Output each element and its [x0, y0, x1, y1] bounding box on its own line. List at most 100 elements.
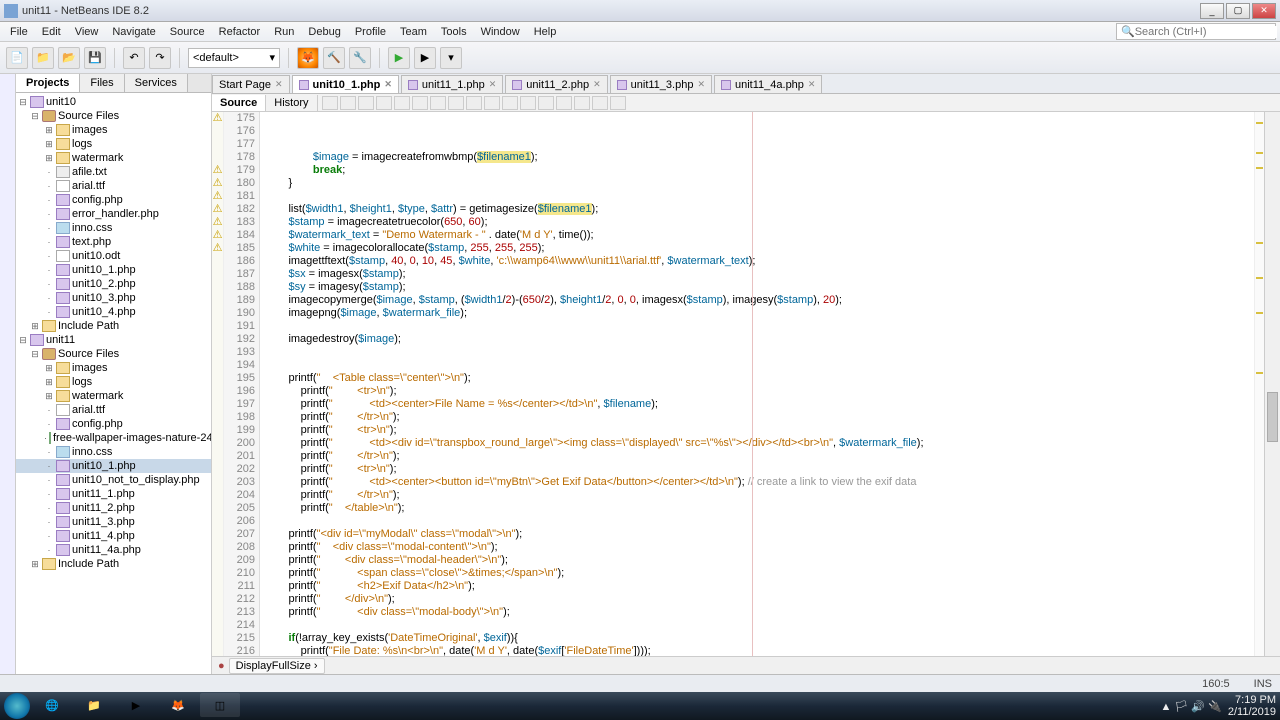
taskbar-explorer[interactable]: 📁 — [74, 693, 114, 717]
mbtn17[interactable] — [610, 96, 626, 110]
taskbar-firefox[interactable]: 🦊 — [158, 693, 198, 717]
tree-item[interactable]: ⊟unit11 — [16, 333, 211, 347]
tree-item[interactable]: ·unit10_2.php — [16, 277, 211, 291]
tree-item[interactable]: ⊞images — [16, 361, 211, 375]
marker-gutter[interactable]: ⚠⚠⚠⚠⚠⚠⚠⚠ — [212, 112, 224, 656]
project-tree[interactable]: ⊟unit10⊟Source Files⊞images⊞logs⊞waterma… — [16, 93, 211, 674]
code-editor[interactable]: $image = imagecreatefromwbmp($filename1)… — [260, 112, 1254, 656]
close-tab-icon[interactable]: ✕ — [275, 79, 283, 90]
tree-item[interactable]: ·unit10_1.php — [16, 263, 211, 277]
panel-tab-files[interactable]: Files — [80, 74, 124, 92]
mbtn14[interactable] — [556, 96, 572, 110]
menu-tools[interactable]: Tools — [435, 24, 473, 40]
close-tab-icon[interactable]: ✕ — [593, 79, 601, 90]
file-tab[interactable]: Start Page✕ — [212, 75, 290, 93]
mbtn12[interactable] — [520, 96, 536, 110]
tree-item[interactable]: ·unit10_3.php — [16, 291, 211, 305]
menu-run[interactable]: Run — [268, 24, 300, 40]
clock-time[interactable]: 7:19 PM — [1228, 694, 1276, 706]
close-tab-icon[interactable]: ✕ — [384, 79, 392, 90]
sidebar-gutter[interactable] — [0, 74, 16, 674]
nav-fwd-button[interactable] — [340, 96, 356, 110]
menu-profile[interactable]: Profile — [349, 24, 392, 40]
search-input[interactable] — [1135, 26, 1277, 38]
new-file-button[interactable]: 📄 — [6, 47, 28, 69]
build-button[interactable]: 🔨 — [323, 47, 345, 69]
mbtn5[interactable] — [394, 96, 410, 110]
tree-item[interactable]: ·unit11_1.php — [16, 487, 211, 501]
mbtn4[interactable] — [376, 96, 392, 110]
tree-item[interactable]: ·unit10_4.php — [16, 305, 211, 319]
profile-button[interactable]: ▾ — [440, 47, 462, 69]
undo-button[interactable]: ↶ — [123, 47, 145, 69]
minimize-button[interactable]: _ — [1200, 3, 1224, 19]
menu-help[interactable]: Help — [528, 24, 563, 40]
file-tab[interactable]: unit10_1.php✕ — [292, 75, 399, 93]
tree-item[interactable]: ·arial.ttf — [16, 179, 211, 193]
menu-window[interactable]: Window — [475, 24, 526, 40]
taskbar-netbeans[interactable]: ◫ — [200, 693, 240, 717]
config-select[interactable]: <default>▾ — [188, 48, 280, 68]
tree-item[interactable]: ⊟Source Files — [16, 347, 211, 361]
breadcrumb-item[interactable]: DisplayFullSize› — [229, 658, 325, 674]
tree-item[interactable]: ⊟Source Files — [16, 109, 211, 123]
maximize-button[interactable]: ▢ — [1226, 3, 1250, 19]
mbtn7[interactable] — [430, 96, 446, 110]
tree-item[interactable]: ·free-wallpaper-images-nature-24.jpg — [16, 431, 211, 445]
tree-item[interactable]: ⊞logs — [16, 137, 211, 151]
tree-item[interactable]: ⊞logs — [16, 375, 211, 389]
menu-team[interactable]: Team — [394, 24, 433, 40]
browser-icon[interactable]: 🦊 — [297, 47, 319, 69]
start-button[interactable] — [4, 693, 30, 719]
mbtn3[interactable] — [358, 96, 374, 110]
panel-tab-services[interactable]: Services — [125, 74, 188, 92]
tree-item[interactable]: ·unit11_4a.php — [16, 543, 211, 557]
debug-button[interactable]: ▶ — [414, 47, 436, 69]
tree-item[interactable]: ·unit11_4.php — [16, 529, 211, 543]
mbtn10[interactable] — [484, 96, 500, 110]
tree-item[interactable]: ·config.php — [16, 193, 211, 207]
open-button[interactable]: 📂 — [58, 47, 80, 69]
tree-item[interactable]: ·error_handler.php — [16, 207, 211, 221]
tray-icons[interactable]: ▲ 🏳 🔊 🔌 — [1160, 700, 1221, 713]
search-box[interactable]: 🔍 — [1116, 23, 1276, 40]
taskbar-media[interactable]: ▶ — [116, 693, 156, 717]
run-button[interactable]: ▶ — [388, 47, 410, 69]
mbtn11[interactable] — [502, 96, 518, 110]
mbtn6[interactable] — [412, 96, 428, 110]
tree-item[interactable]: ·unit10_1.php — [16, 459, 211, 473]
save-all-button[interactable]: 💾 — [84, 47, 106, 69]
taskbar-ie[interactable]: 🌐 — [32, 693, 72, 717]
tree-item[interactable]: ⊟unit10 — [16, 95, 211, 109]
mbtn16[interactable] — [592, 96, 608, 110]
file-tab[interactable]: unit11_4a.php✕ — [714, 75, 822, 93]
tree-item[interactable]: ·unit11_3.php — [16, 515, 211, 529]
close-button[interactable]: ✕ — [1252, 3, 1276, 19]
tree-item[interactable]: ·unit11_2.php — [16, 501, 211, 515]
close-tab-icon[interactable]: ✕ — [808, 79, 816, 90]
mbtn13[interactable] — [538, 96, 554, 110]
tree-item[interactable]: ⊞watermark — [16, 151, 211, 165]
tree-item[interactable]: ⊞Include Path — [16, 557, 211, 571]
menu-refactor[interactable]: Refactor — [213, 24, 267, 40]
tab-source[interactable]: Source — [212, 95, 266, 111]
tree-item[interactable]: ·config.php — [16, 417, 211, 431]
tree-item[interactable]: ·unit10.odt — [16, 249, 211, 263]
file-tab[interactable]: unit11_3.php✕ — [610, 75, 712, 93]
menu-edit[interactable]: Edit — [36, 24, 67, 40]
clean-build-button[interactable]: 🔧 — [349, 47, 371, 69]
file-tab[interactable]: unit11_2.php✕ — [505, 75, 607, 93]
close-tab-icon[interactable]: ✕ — [489, 79, 497, 90]
menu-debug[interactable]: Debug — [302, 24, 346, 40]
line-gutter[interactable]: 1751761771781791801811821831841851861871… — [224, 112, 260, 656]
tree-item[interactable]: ⊞Include Path — [16, 319, 211, 333]
tree-item[interactable]: ·arial.ttf — [16, 403, 211, 417]
tree-item[interactable]: ·inno.css — [16, 221, 211, 235]
tree-item[interactable]: ·text.php — [16, 235, 211, 249]
tree-item[interactable]: ⊞watermark — [16, 389, 211, 403]
tab-history[interactable]: History — [266, 95, 317, 111]
nav-back-button[interactable] — [322, 96, 338, 110]
mbtn8[interactable] — [448, 96, 464, 110]
panel-tab-projects[interactable]: Projects — [16, 74, 80, 92]
tree-item[interactable]: ·inno.css — [16, 445, 211, 459]
